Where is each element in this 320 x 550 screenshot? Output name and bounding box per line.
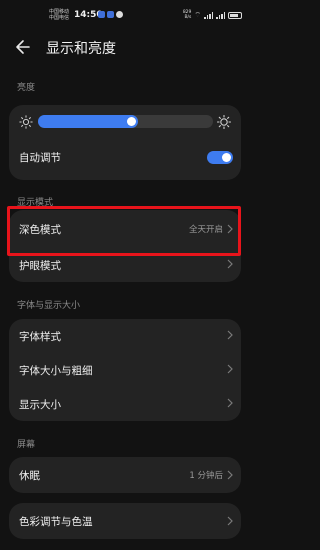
- carrier-labels: 中国移动 中国电信: [49, 9, 69, 21]
- color-card: 色彩调节与色温: [9, 503, 241, 539]
- highlight-box: [7, 206, 241, 256]
- auto-adjust-toggle[interactable]: [207, 151, 233, 164]
- chat-notification-icon: [116, 11, 123, 18]
- chevron-right-icon: [227, 470, 233, 480]
- status-bar: 中国移动 中国电信 14:50 829 B/s ⌔: [0, 0, 250, 32]
- chevron-right-icon: [227, 516, 233, 526]
- sleep-card: 休眠 1 分钟后: [9, 457, 241, 493]
- auto-adjust-row[interactable]: 自动调节: [9, 139, 241, 175]
- signal-2-icon: [216, 11, 225, 19]
- font-style-row[interactable]: 字体样式: [9, 319, 241, 353]
- signal-icon: [204, 11, 213, 19]
- toggle-knob: [222, 153, 231, 162]
- chevron-right-icon: [227, 330, 233, 340]
- system-indicators: 829 B/s ⌔: [183, 10, 242, 20]
- sleep-row[interactable]: 休眠 1 分钟后: [9, 457, 241, 493]
- color-temperature-label: 色彩调节与色温: [19, 515, 93, 528]
- back-arrow-icon[interactable]: [14, 38, 32, 56]
- net-speed-unit: B/s: [184, 15, 192, 20]
- font-size-card: 字体样式 字体大小与粗细 显示大小: [9, 319, 241, 421]
- sun-low-icon: [19, 115, 33, 129]
- section-label-font-size: 字体与显示大小: [17, 301, 81, 311]
- chevron-right-icon: [227, 398, 233, 408]
- brightness-slider-row: [9, 105, 241, 139]
- notification-icons: [98, 11, 123, 18]
- page-title: 显示和亮度: [46, 41, 116, 57]
- section-label-brightness: 亮度: [17, 83, 36, 93]
- font-size-weight-row[interactable]: 字体大小与粗细: [9, 353, 241, 387]
- color-temperature-row[interactable]: 色彩调节与色温: [9, 503, 241, 539]
- network-speed: 829 B/s: [183, 10, 192, 20]
- brightness-card: 自动调节: [9, 105, 241, 180]
- brightness-slider[interactable]: [38, 115, 213, 128]
- section-label-screen: 屏幕: [17, 440, 36, 450]
- chevron-right-icon: [227, 259, 233, 269]
- font-style-label: 字体样式: [19, 330, 61, 343]
- chevron-right-icon: [227, 364, 233, 374]
- sleep-value: 1 分钟后: [189, 471, 223, 481]
- display-size-label: 显示大小: [19, 398, 61, 411]
- sleep-label: 休眠: [19, 469, 40, 482]
- brightness-slider-thumb[interactable]: [127, 117, 136, 126]
- carrier-2: 中国电信: [49, 15, 70, 21]
- sun-high-icon: [217, 115, 231, 129]
- display-size-row[interactable]: 显示大小: [9, 387, 241, 421]
- wifi-icon: ⌔: [194, 10, 201, 19]
- app-notification-icon: [98, 11, 105, 18]
- battery-icon: [228, 11, 242, 19]
- page-header: 显示和亮度: [0, 32, 250, 62]
- auto-adjust-label: 自动调节: [19, 151, 61, 164]
- brightness-slider-fill: [38, 115, 138, 128]
- font-size-weight-label: 字体大小与粗细: [19, 364, 93, 377]
- eye-comfort-label: 护眼模式: [19, 259, 61, 272]
- message-notification-icon: [107, 11, 114, 18]
